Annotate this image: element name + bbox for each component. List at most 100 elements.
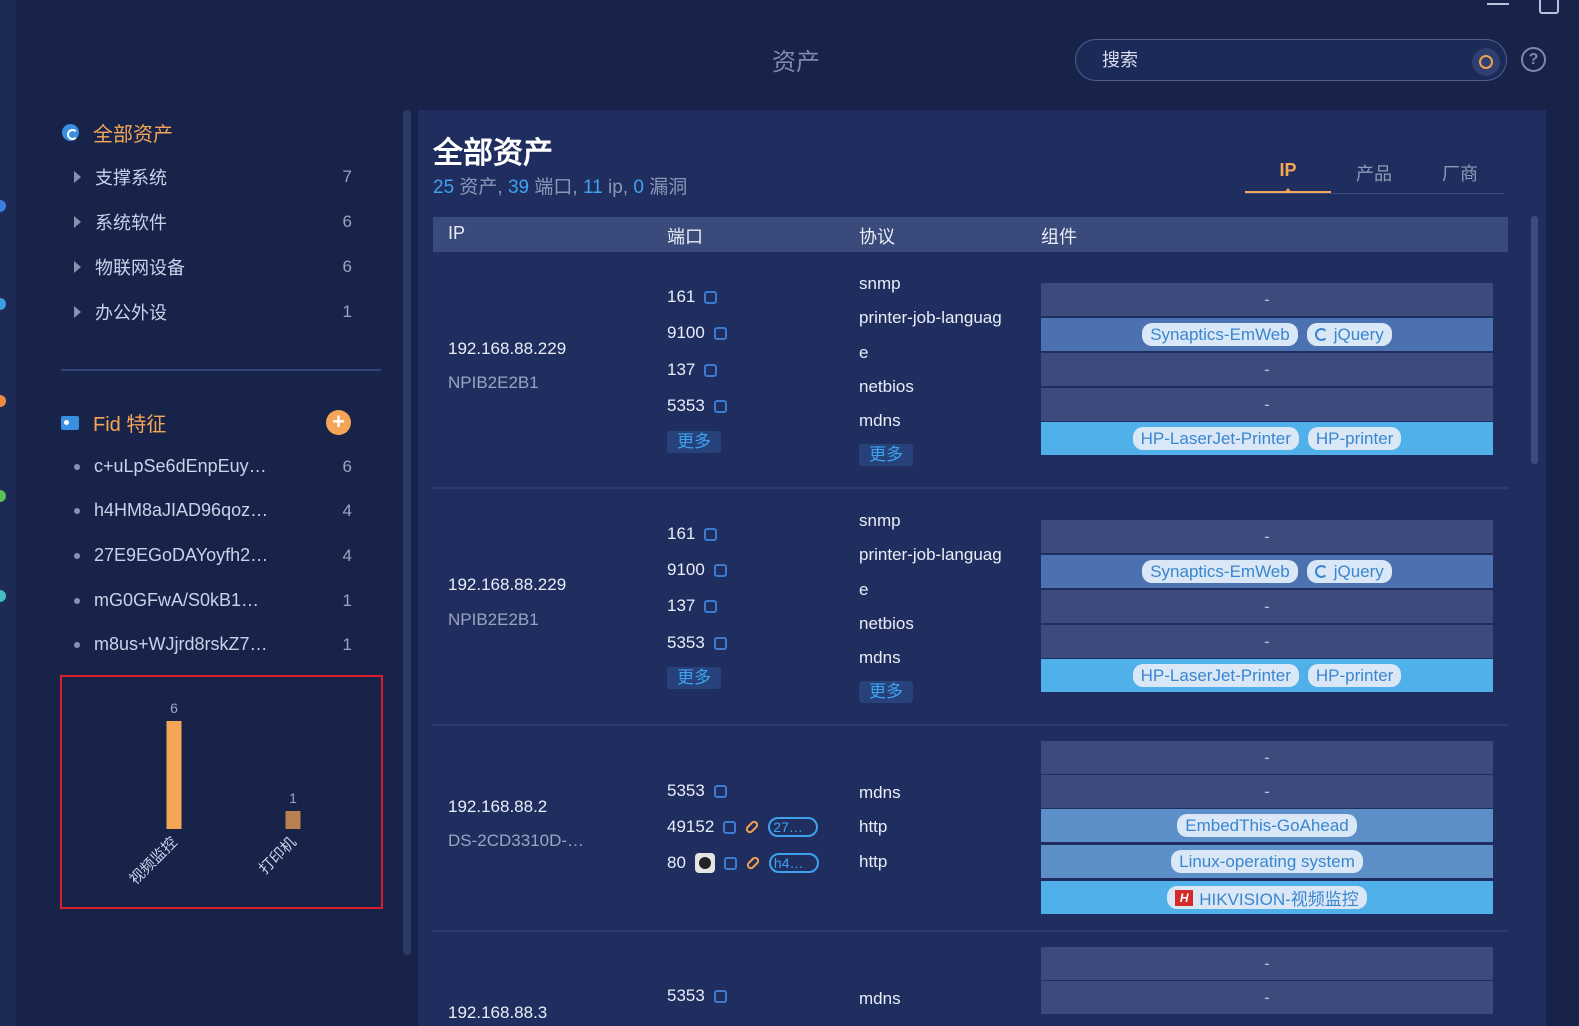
caret-right-icon[interactable] bbox=[74, 216, 81, 228]
protocols-more-link[interactable]: 更多 bbox=[859, 681, 913, 703]
port-entry[interactable]: 5353 bbox=[667, 781, 727, 801]
tab-vendor[interactable]: 厂商 bbox=[1417, 160, 1503, 193]
component-tag[interactable]: HP-printer bbox=[1307, 427, 1402, 450]
component-label: jQuery bbox=[1333, 324, 1384, 344]
port-detail-icon[interactable] bbox=[723, 820, 737, 834]
port-entry[interactable]: 49152 27… bbox=[667, 817, 819, 837]
sidebar-item-system-software[interactable]: 系统软件 6 bbox=[74, 209, 352, 235]
port-detail-icon[interactable] bbox=[704, 599, 718, 613]
search-input[interactable] bbox=[1075, 39, 1507, 81]
column-header-protocol[interactable]: 协议 bbox=[859, 223, 895, 249]
port-entry[interactable]: 5353 bbox=[667, 633, 727, 653]
port-entry[interactable]: 161 bbox=[667, 524, 718, 544]
fid-item[interactable]: c+uLpSe6dEnpEuy… 6 bbox=[74, 456, 352, 477]
help-icon[interactable]: ? bbox=[1521, 47, 1546, 72]
port-detail-icon[interactable] bbox=[713, 399, 727, 413]
sidebar-scrollbar[interactable] bbox=[403, 110, 411, 955]
component-tag[interactable]: HP-LaserJet-Printer bbox=[1132, 664, 1299, 687]
link-icon[interactable] bbox=[744, 819, 761, 835]
component-empty: - bbox=[1264, 781, 1270, 801]
summary-line: 25 资产, 39 端口, 11 ip, 0 漏洞 bbox=[433, 172, 687, 199]
component-tag[interactable]: HP-LaserJet-Printer bbox=[1132, 427, 1299, 450]
main-title: 全部资产 bbox=[433, 137, 553, 170]
row-ip[interactable]: 192.168.88.2 bbox=[448, 797, 547, 817]
component-tag[interactable]: HP-printer bbox=[1307, 664, 1402, 687]
protocol-item: e bbox=[859, 579, 869, 599]
port-detail-icon[interactable] bbox=[713, 636, 727, 650]
table-scrollbar[interactable] bbox=[1531, 216, 1538, 464]
add-fid-button[interactable]: + bbox=[326, 410, 351, 435]
component-tag[interactable]: Synaptics-EmWeb bbox=[1142, 323, 1298, 346]
link-icon[interactable] bbox=[745, 855, 761, 871]
ports-more-link[interactable]: 更多 bbox=[667, 431, 721, 453]
sidebar-item-support-systems[interactable]: 支撑系统 7 bbox=[74, 164, 352, 190]
port-detail-icon[interactable] bbox=[704, 290, 718, 304]
component-tag[interactable]: Linux-operating system bbox=[1171, 850, 1363, 873]
column-header-ip[interactable]: IP bbox=[448, 223, 465, 244]
port-detail-icon[interactable] bbox=[713, 326, 727, 340]
caret-right-icon[interactable] bbox=[74, 261, 81, 273]
search-button[interactable] bbox=[1472, 48, 1500, 76]
row-divider bbox=[433, 724, 1508, 726]
component-tag[interactable]: jQuery bbox=[1306, 560, 1392, 583]
port-entry[interactable]: 80 h4… bbox=[667, 853, 819, 873]
component-label: Synaptics-EmWeb bbox=[1150, 561, 1290, 581]
protocol-item: netbios bbox=[859, 376, 914, 396]
component-row: - bbox=[1041, 353, 1493, 386]
protocol-item: snmp bbox=[859, 511, 901, 530]
port-detail-icon[interactable] bbox=[723, 856, 737, 870]
port-entry[interactable]: 137 bbox=[667, 596, 718, 616]
tab-product[interactable]: 产品 bbox=[1331, 160, 1417, 193]
caret-right-icon[interactable] bbox=[74, 171, 81, 183]
maximize-icon[interactable] bbox=[1539, 0, 1559, 14]
bar-value-label: 6 bbox=[170, 700, 178, 716]
port-detail-icon[interactable] bbox=[713, 563, 727, 577]
row-hostname: NPIB2E2B1 bbox=[448, 610, 539, 629]
minimize-icon[interactable] bbox=[1487, 3, 1509, 5]
fid-item[interactable]: m8us+WJjrd8rskZ7… 1 bbox=[74, 634, 352, 655]
column-header-port[interactable]: 端口 bbox=[667, 223, 703, 249]
sidebar-item-all-assets[interactable]: 全部资产 bbox=[62, 118, 173, 147]
component-tag[interactable]: EmbedThis-GoAhead bbox=[1177, 814, 1357, 837]
port-link-pill[interactable]: h4… bbox=[768, 853, 819, 873]
bullet-icon bbox=[74, 641, 80, 648]
protocol-item: printer-job-languag bbox=[859, 308, 1002, 328]
ports-more-link[interactable]: 更多 bbox=[667, 667, 721, 689]
port-entry[interactable]: 9100 bbox=[667, 323, 727, 343]
row-ip[interactable]: 192.168.88.229 bbox=[448, 339, 566, 359]
fid-item[interactable]: 27E9EGoDAYoyfh2… 4 bbox=[74, 545, 352, 566]
protocol-item: mdns bbox=[859, 783, 901, 802]
port-detail-icon[interactable] bbox=[713, 784, 727, 798]
tab-ip[interactable]: IP bbox=[1245, 160, 1331, 193]
row-ip[interactable]: 192.168.88.229 bbox=[448, 575, 566, 595]
row-ip[interactable]: 192.168.88.3 bbox=[448, 1003, 547, 1023]
component-tag[interactable]: Synaptics-EmWeb bbox=[1142, 560, 1298, 583]
sidebar-item-iot-devices[interactable]: 物联网设备 6 bbox=[74, 254, 352, 280]
edge-dot-teal bbox=[0, 590, 6, 602]
port-detail-icon[interactable] bbox=[704, 363, 718, 377]
port-entry[interactable]: 137 bbox=[667, 360, 718, 380]
port-entry[interactable]: 161 bbox=[667, 287, 718, 307]
bar-0[interactable] bbox=[166, 721, 182, 829]
fid-item[interactable]: h4HM8aJIAD96qoz… 4 bbox=[74, 500, 352, 521]
fid-item[interactable]: mG0GFwA/S0kB1… 1 bbox=[74, 590, 352, 611]
sidebar-item-office-peripherals[interactable]: 办公外设 1 bbox=[74, 299, 352, 325]
port-detail-icon[interactable] bbox=[713, 989, 727, 1003]
bar-1[interactable] bbox=[285, 811, 301, 829]
port-number: 49152 bbox=[667, 817, 715, 836]
port-link-pill[interactable]: 27… bbox=[768, 817, 819, 837]
port-entry[interactable]: 5353 bbox=[667, 986, 727, 1006]
port-entry[interactable]: 5353 bbox=[667, 396, 727, 416]
port-detail-icon[interactable] bbox=[704, 527, 718, 541]
component-empty: - bbox=[1264, 631, 1270, 651]
column-header-component[interactable]: 组件 bbox=[1041, 223, 1077, 249]
caret-right-icon[interactable] bbox=[74, 306, 81, 318]
component-row: - bbox=[1041, 625, 1493, 658]
component-tag[interactable]: jQuery bbox=[1306, 323, 1392, 346]
component-tag[interactable]: H HIKVISION-视频监控 bbox=[1167, 886, 1367, 909]
component-empty: - bbox=[1264, 987, 1270, 1007]
port-entry[interactable]: 9100 bbox=[667, 560, 727, 580]
component-row: - bbox=[1041, 741, 1493, 774]
component-row: HP-LaserJet-Printer HP-printer bbox=[1041, 659, 1493, 692]
protocols-more-link[interactable]: 更多 bbox=[859, 444, 913, 466]
